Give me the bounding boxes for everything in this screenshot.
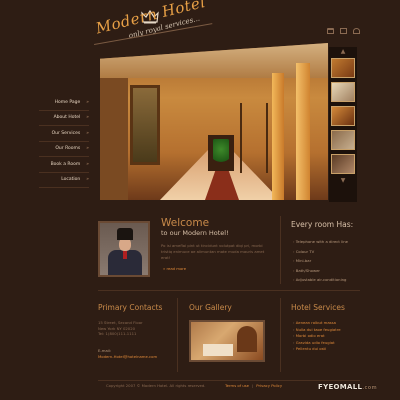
thumb-scroll-up-button[interactable]: ▲ <box>329 47 357 56</box>
thumb-scroll-down-button[interactable]: ▼ <box>329 176 357 185</box>
terms-link[interactable]: Terms of use <box>225 383 249 388</box>
read-more-link[interactable]: » read more <box>163 266 186 271</box>
page: Modern Hotel only royal services... ▲ ▼ … <box>0 0 400 400</box>
contacts-title: Primary Contacts <box>98 303 163 312</box>
nav-item-label: Home Page <box>54 99 81 105</box>
contacts-address: 15 Street, Second Floor New York NY 0202… <box>98 320 143 337</box>
thumbnail-4[interactable] <box>331 130 355 150</box>
divider <box>280 298 281 372</box>
rooms-list: Telephone with a direct line Colour TV M… <box>293 237 348 285</box>
header-icons <box>327 28 360 34</box>
list-item: Telephone with a direct line <box>293 237 348 247</box>
list-item: Mini-bar <box>293 256 348 266</box>
divider <box>280 216 281 284</box>
welcome-body: Po isi ameflai pint ut tincidunt volutpa… <box>161 243 265 260</box>
privacy-link[interactable]: Privacy Policy <box>256 383 282 388</box>
gallery-title: Our Gallery <box>189 303 232 312</box>
hero-column <box>296 63 310 200</box>
copyright-text: Copyright 2007 © Modern Hotel. All right… <box>106 383 206 388</box>
main-nav: Home Page » About Hotel » Our Services »… <box>39 95 89 188</box>
service-link[interactable]: Aenean rolbut massa <box>293 320 341 327</box>
chevron-right-icon: » <box>86 161 89 167</box>
list-item: Bath/Shower <box>293 266 348 276</box>
thumbnail-strip: ▲ ▼ <box>329 47 357 202</box>
nav-item-home[interactable]: Home Page » <box>39 95 89 111</box>
nav-item-book[interactable]: Book a Room » <box>39 157 89 173</box>
chevron-right-icon: » <box>86 99 89 105</box>
photo-tie <box>123 251 127 259</box>
nav-item-label: Book a Room <box>50 161 81 167</box>
email-link[interactable]: Modern-Hotel@hotelname.com <box>98 354 157 359</box>
hero-stair-rail <box>240 103 268 173</box>
chevron-right-icon: » <box>86 177 89 183</box>
concierge-photo <box>98 221 150 277</box>
services-list: Aenean rolbut massa Nulla dui taoe feugi… <box>293 320 341 353</box>
contact-line: 15 Street, Second Floor <box>98 320 143 325</box>
gallery-thumbnail[interactable] <box>189 320 265 362</box>
list-item: Colour TV <box>293 247 348 257</box>
thumbnail-3[interactable] <box>331 106 355 126</box>
nav-item-label: Location <box>61 177 81 183</box>
rooms-title: Every room Has: <box>291 220 354 229</box>
gallery-arch <box>237 326 257 352</box>
site-logo[interactable]: Modern Hotel only royal services... <box>94 0 220 59</box>
nav-item-about[interactable]: About Hotel » <box>39 111 89 126</box>
service-link[interactable]: Pellentu dui osti <box>293 346 341 353</box>
divider <box>177 298 178 372</box>
hero-left-wall <box>100 78 128 200</box>
photo-hat <box>117 228 133 240</box>
footer-separator: | <box>251 383 254 388</box>
chevron-right-icon: » <box>86 146 89 152</box>
hero-painting <box>130 85 160 165</box>
nav-item-label: Our Services <box>51 130 81 136</box>
thumbnail-2[interactable] <box>331 82 355 102</box>
watermark: FYEOMALL.com <box>318 383 377 391</box>
nav-item-label: Our Rooms <box>55 146 81 152</box>
welcome-subtitle: to our Modern Hotel! <box>161 229 229 237</box>
welcome-title: Welcome <box>161 217 210 229</box>
nav-item-label: About Hotel <box>53 115 81 121</box>
home-icon[interactable] <box>327 28 334 34</box>
hero-column <box>272 73 284 200</box>
nav-item-location[interactable]: Location » <box>39 173 89 188</box>
gallery-bed <box>203 344 233 356</box>
footer-links: Terms of use | Privacy Policy <box>225 383 282 388</box>
mail-icon[interactable] <box>340 28 347 34</box>
chevron-right-icon: » <box>86 115 89 121</box>
thumbnail-5[interactable] <box>331 154 355 174</box>
list-item: Adjustable air-conditioning <box>293 275 348 285</box>
watermark-text: FYEOMALL <box>318 383 363 391</box>
nav-item-services[interactable]: Our Services » <box>39 126 89 142</box>
contact-line: Tel: 1(800)111-1111 <box>98 331 137 336</box>
hero-image-hallway <box>100 43 328 200</box>
services-title: Hotel Services <box>291 303 345 312</box>
email-label: E-mail: <box>98 348 112 353</box>
sitemap-icon[interactable] <box>353 28 360 34</box>
hero-plant <box>213 139 229 165</box>
nav-item-rooms[interactable]: Our Rooms » <box>39 142 89 157</box>
footer-divider <box>98 380 360 381</box>
chevron-right-icon: » <box>86 130 89 136</box>
watermark-suffix: .com <box>362 385 378 391</box>
divider <box>98 290 360 291</box>
thumbnail-1[interactable] <box>331 58 355 78</box>
